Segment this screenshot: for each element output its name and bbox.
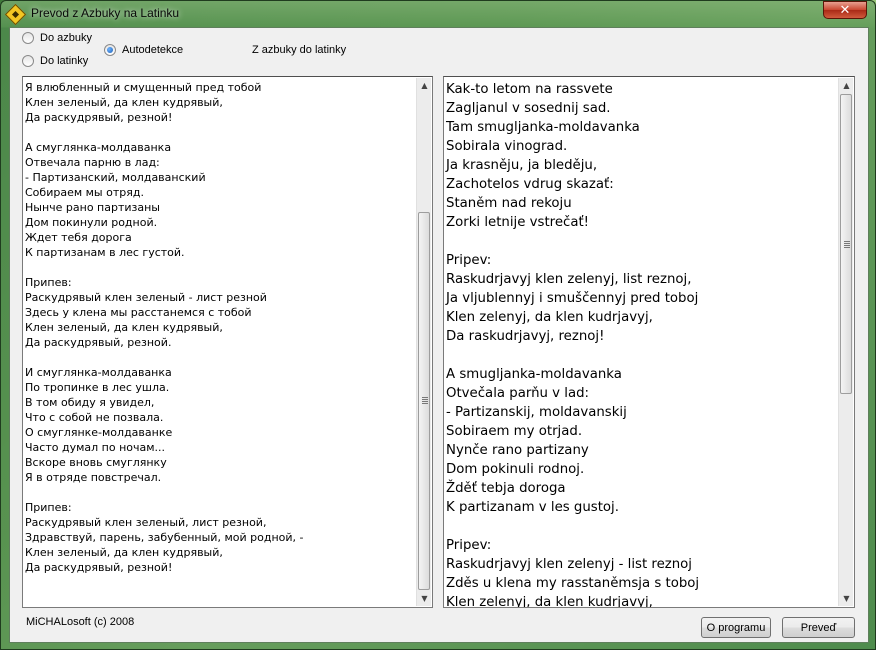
client-area: Do azbuky Do latinky Autodetekce Z azbuk… bbox=[9, 27, 869, 643]
text-line: Dom pokinuli rodnoj. bbox=[446, 462, 585, 477]
text-line: K partizanam v les gustoj. bbox=[446, 500, 619, 515]
text-line: Клен зеленый, да клен кудрявый, bbox=[25, 546, 223, 559]
text-line: Здравствуй, парень, забубенный, мой родн… bbox=[25, 531, 304, 544]
app-icon bbox=[4, 3, 27, 26]
radio-indicator-checked[interactable] bbox=[104, 44, 116, 56]
text-line: Здесь у клена мы расстанемся с тобой bbox=[25, 306, 252, 319]
grip-icon bbox=[422, 397, 428, 404]
radio-to-latin-label: Do latinky bbox=[40, 55, 89, 67]
scroll-up-arrow-icon[interactable]: ▲ bbox=[417, 78, 432, 93]
text-line: Sobiraem my otrjad. bbox=[446, 424, 583, 439]
source-scrollbar[interactable]: ▲ ▼ bbox=[416, 78, 431, 606]
text-line: А смуглянка-молдаванка bbox=[25, 141, 172, 154]
text-line: О смуглянке-молдаванке bbox=[25, 426, 173, 439]
text-line: Ja krasněju, ja bleděju, bbox=[446, 158, 598, 173]
text-line: Дом покинули родной. bbox=[25, 216, 158, 229]
result-text: Kak-to letom na rassvete Zagljanul v sose… bbox=[446, 80, 700, 608]
text-line: Припев: bbox=[25, 276, 72, 289]
text-line: Да раскудрявый, резной! bbox=[25, 561, 173, 574]
scroll-thumb[interactable] bbox=[418, 212, 430, 590]
text-line: Ждет тебя дорога bbox=[25, 231, 132, 244]
text-line: Что с собой не позвала. bbox=[25, 411, 164, 424]
radio-indicator[interactable] bbox=[22, 55, 34, 67]
text-line: Klen zelenyj, da klen kudrjavyj, bbox=[446, 310, 653, 325]
text-line: И смуглянка-молдаванка bbox=[25, 366, 172, 379]
text-line: Nynče rano partizany bbox=[446, 443, 589, 458]
text-line bbox=[25, 485, 303, 500]
copyright-label: MiCHALosoft (c) 2008 bbox=[26, 616, 135, 628]
text-line: Zděs u klena my rasstaněmsja s toboj bbox=[446, 576, 700, 591]
text-line: Вскоре вновь смуглянку bbox=[25, 456, 167, 469]
text-line bbox=[446, 232, 699, 251]
about-button[interactable]: O programu bbox=[701, 617, 771, 638]
text-line: Я влюбленный и смущенный пред тобой bbox=[25, 81, 262, 94]
text-line: К партизанам в лес густой. bbox=[25, 246, 185, 259]
text-line: Klen zelenyj, da klen kudrjavyj, bbox=[446, 595, 653, 608]
text-line: Otvečala parňu v lad: bbox=[446, 386, 590, 401]
radio-indicator[interactable] bbox=[22, 32, 34, 44]
text-line: Da raskudrjavyj, reznoj! bbox=[446, 329, 605, 344]
text-line: Zorki letnije vstrečať! bbox=[446, 215, 590, 230]
text-line: Да раскудрявый, резной. bbox=[25, 336, 172, 349]
source-textbox[interactable]: Я влюбленный и смущенный пред тобой Клен … bbox=[22, 76, 433, 608]
text-line: Zachotelos vdrug skazať: bbox=[446, 177, 614, 192]
text-line: Клен зеленый, да клен кудрявый, bbox=[25, 96, 223, 109]
scroll-thumb[interactable] bbox=[840, 94, 852, 394]
text-line: В том обиду я увидел, bbox=[25, 396, 155, 409]
text-line: Отвечала парню в лад: bbox=[25, 156, 160, 169]
text-line: A smugljanka-moldavanka bbox=[446, 367, 622, 382]
text-line bbox=[446, 517, 699, 536]
text-line bbox=[25, 260, 303, 275]
result-textbox[interactable]: Kak-to letom na rassvete Zagljanul v sose… bbox=[443, 76, 855, 608]
text-line: Да раскудрявый, резной! bbox=[25, 111, 173, 124]
text-line: - Partizanskij, moldavanskij bbox=[446, 405, 627, 420]
close-button[interactable]: ✕ bbox=[823, 1, 867, 19]
text-line: Kak-to letom na rassvete bbox=[446, 82, 613, 97]
scroll-up-arrow-icon[interactable]: ▲ bbox=[839, 78, 854, 93]
text-line: - Партизанский, молдаванский bbox=[25, 171, 206, 184]
radio-to-cyrillic-label: Do azbuky bbox=[40, 32, 92, 44]
text-line: Sobirala vinograd. bbox=[446, 139, 568, 154]
grip-icon bbox=[844, 241, 850, 248]
radio-to-cyrillic[interactable]: Do azbuky bbox=[22, 32, 92, 44]
text-line bbox=[446, 346, 699, 365]
text-line: Я в отряде повстречал. bbox=[25, 471, 162, 484]
text-line: Raskudrjavyj klen zelenyj, list reznoj, bbox=[446, 272, 692, 287]
radio-to-latin[interactable]: Do latinky bbox=[22, 55, 88, 67]
window-title: Prevod z Azbuky na Latinku bbox=[31, 6, 180, 20]
text-line: Zagljanul v sosednij sad. bbox=[446, 101, 611, 116]
radio-autodetect[interactable]: Autodetekce bbox=[104, 44, 183, 56]
text-line: Раскудрявый клен зеленый, лист резной, bbox=[25, 516, 267, 529]
convert-button[interactable]: Preveď bbox=[782, 617, 855, 638]
text-line: Žděť tebja doroga bbox=[446, 481, 566, 496]
text-line: Раскудрявый клен зеленый - лист резной bbox=[25, 291, 267, 304]
text-line: Часто думал по ночам... bbox=[25, 441, 166, 454]
text-line bbox=[25, 125, 303, 140]
title-bar[interactable]: Prevod z Azbuky na Latinku ✕ bbox=[1, 1, 875, 27]
text-line bbox=[25, 350, 303, 365]
app-window: Prevod z Azbuky na Latinku ✕ Do azbuky D… bbox=[0, 0, 876, 650]
close-icon: ✕ bbox=[839, 2, 851, 18]
text-line: По тропинке в лес ушла. bbox=[25, 381, 170, 394]
text-line: Staněm nad rekoju bbox=[446, 196, 572, 211]
direction-status-label: Z azbuky do latinky bbox=[252, 44, 347, 56]
scroll-down-arrow-icon[interactable]: ▼ bbox=[417, 591, 432, 606]
text-line: Клен зеленый, да клен кудрявый, bbox=[25, 321, 223, 334]
text-line: Припев: bbox=[25, 501, 72, 514]
text-line: Tam smugljanka-moldavanka bbox=[446, 120, 640, 135]
text-line: Нынче рано партизаны bbox=[25, 201, 160, 214]
text-line: Pripev: bbox=[446, 538, 492, 553]
scroll-down-arrow-icon[interactable]: ▼ bbox=[839, 591, 854, 606]
text-line: Pripev: bbox=[446, 253, 492, 268]
radio-autodetect-label: Autodetekce bbox=[122, 44, 184, 56]
text-line: Raskudrjavyj klen zelenyj - list reznoj bbox=[446, 557, 693, 572]
result-scrollbar[interactable]: ▲ ▼ bbox=[838, 78, 853, 606]
source-text: Я влюбленный и смущенный пред тобой Клен … bbox=[25, 80, 303, 575]
text-line: Ja vljublennyj i smuščennyj pred toboj bbox=[446, 291, 699, 306]
text-line: Собираем мы отряд. bbox=[25, 186, 144, 199]
